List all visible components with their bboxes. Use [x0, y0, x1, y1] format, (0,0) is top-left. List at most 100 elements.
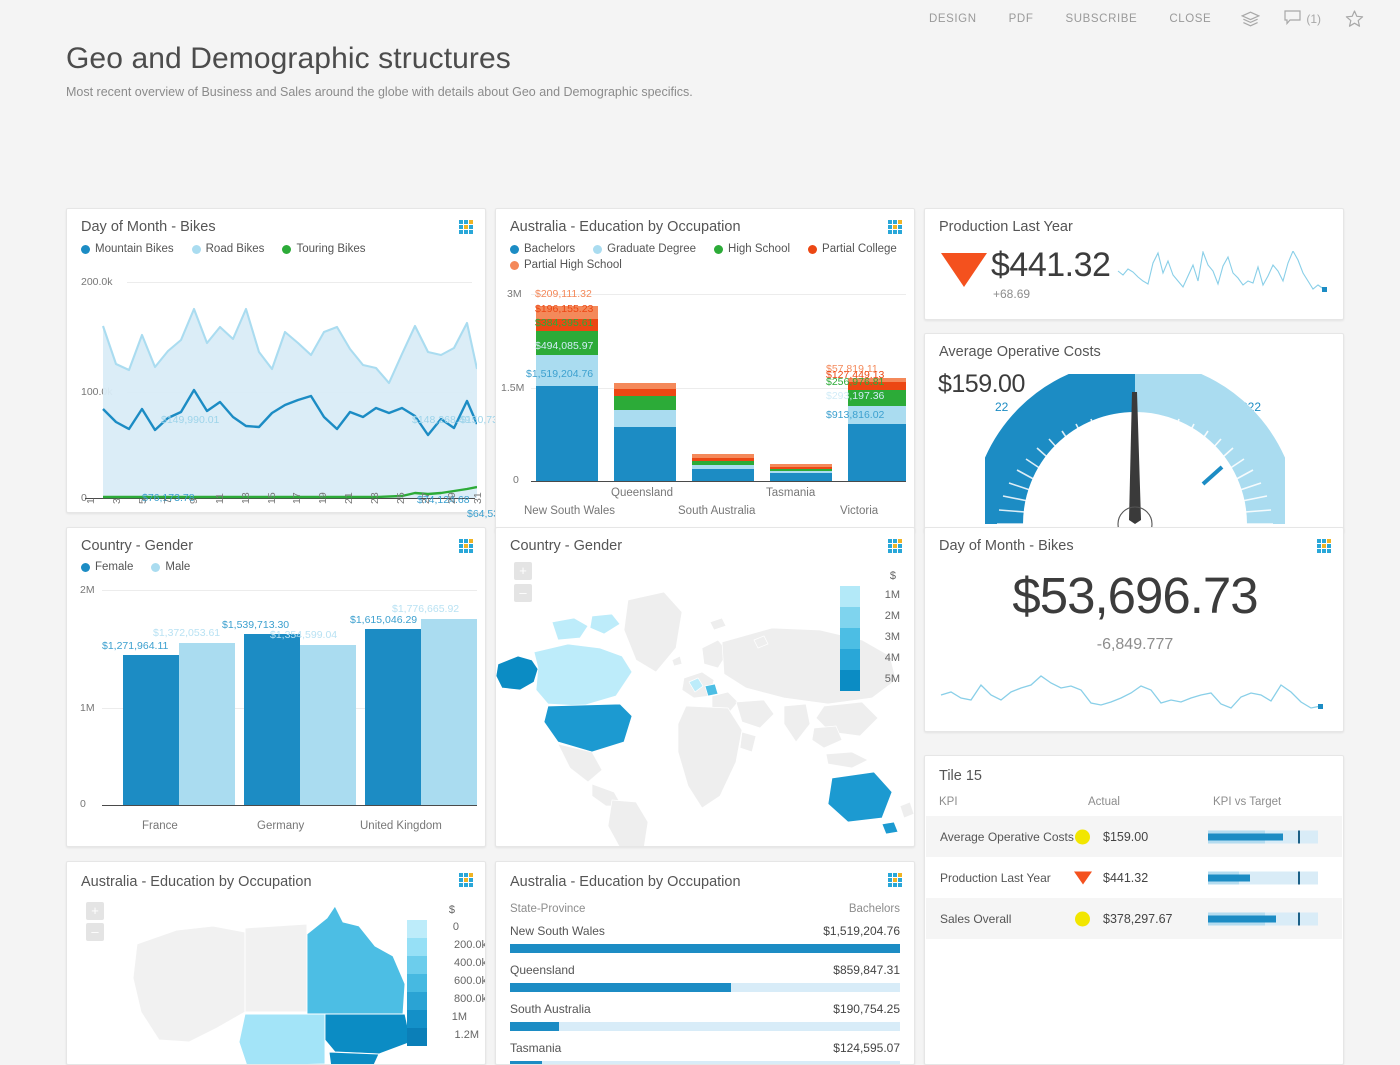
status-circle-icon: [1075, 829, 1090, 844]
gridline: [102, 590, 477, 591]
bar-segment-bachelors[interactable]: [770, 473, 832, 481]
legend-swatch: [840, 607, 860, 628]
gauge-dial: [985, 374, 1285, 529]
panel-day-of-month-bikes-chart: Day of Month - Bikes Mountain Bikes Road…: [66, 208, 520, 581]
list-item[interactable]: Queensland $859,847.31: [510, 963, 900, 995]
bar-germany-female[interactable]: [244, 634, 300, 805]
legend-item-female[interactable]: Female: [81, 561, 133, 573]
list-item-label: South Australia: [510, 1002, 591, 1016]
tile-menu-icon[interactable]: [459, 220, 474, 235]
toolbar-pdf-button[interactable]: PDF: [993, 13, 1050, 25]
panel-tile-15-kpi-table: Tile 15 KPI Actual KPI vs Target Average…: [924, 755, 1344, 1065]
bar-segment-high-school[interactable]: [692, 461, 754, 465]
comment-count: (1): [1306, 12, 1321, 26]
panel-title: Day of Month - Bikes: [81, 219, 216, 235]
legend-item-mountain-bikes[interactable]: Mountain Bikes: [81, 243, 174, 255]
legend-item-bachelors[interactable]: Bachelors: [510, 243, 575, 255]
legend-swatch: [808, 244, 818, 254]
toolbar-subscribe-button[interactable]: SUBSCRIBE: [1049, 13, 1153, 25]
bar-segment-bachelors[interactable]: [848, 424, 906, 481]
bar-segment-graduate-degree[interactable]: [692, 465, 754, 469]
y-axis-tick-2m: 2M: [80, 584, 95, 596]
x-axis-label-germany: Germany: [257, 820, 305, 832]
panel-title: Country - Gender: [81, 538, 194, 554]
legend-unit: $: [448, 904, 455, 916]
kpi-sparkline: [940, 675, 1323, 709]
table-row[interactable]: Production Last Year $441.32: [926, 857, 1342, 898]
legend-label: Touring Bikes: [296, 243, 366, 255]
bar-segment-partial-high-school[interactable]: [770, 464, 832, 467]
bar-segment-high-school[interactable]: [770, 469, 832, 471]
star-icon[interactable]: [1331, 10, 1378, 28]
panel-title: Australia - Education by Occupation: [510, 874, 741, 890]
legend-item-touring-bikes[interactable]: Touring Bikes: [282, 243, 365, 255]
panel-australia-education-stacked: Australia - Education by Occupation Bach…: [495, 208, 915, 533]
panel-title: Australia - Education by Occupation: [510, 219, 741, 235]
bar-france-male[interactable]: [179, 643, 235, 805]
legend-item-high-school[interactable]: High School: [714, 243, 790, 255]
tile-menu-icon[interactable]: [888, 873, 903, 888]
toolbar-design-button[interactable]: DESIGN: [913, 13, 993, 25]
legend-item-male[interactable]: Male: [151, 561, 190, 573]
list-item[interactable]: Tasmania $124,595.07: [510, 1041, 900, 1064]
list-item[interactable]: New South Wales $1,519,204.76: [510, 924, 900, 956]
bar-uk-female[interactable]: [365, 629, 421, 805]
column-header-kpi: KPI: [939, 796, 958, 808]
x-axis-tick: 25: [394, 492, 407, 504]
bar-segment-graduate-degree[interactable]: [614, 410, 676, 427]
tile-menu-icon[interactable]: [1317, 539, 1332, 554]
panel-title: Average Operative Costs: [939, 344, 1101, 360]
bar-segment-graduate-degree[interactable]: [770, 471, 832, 473]
tile-menu-icon[interactable]: [888, 220, 903, 235]
legend-item-graduate-degree[interactable]: Graduate Degree: [593, 243, 696, 255]
legend-swatch: [593, 244, 603, 254]
tile-menu-icon[interactable]: [459, 873, 474, 888]
legend-item-road-bikes[interactable]: Road Bikes: [191, 243, 264, 255]
bar-uk-male[interactable]: [421, 619, 477, 805]
bar-segment-high-school[interactable]: [614, 396, 676, 410]
tile-menu-icon[interactable]: [888, 539, 903, 554]
table-row[interactable]: Average Operative Costs $159.00: [926, 816, 1342, 857]
kpi-value: $441.32: [991, 246, 1111, 284]
legend-swatch: [191, 244, 201, 254]
chart-legend: Female Male: [81, 561, 190, 573]
table-row[interactable]: Sales Overall $378,297.67: [926, 898, 1342, 939]
x-axis-tick: 17: [291, 492, 304, 504]
list-item[interactable]: South Australia $190,754.25: [510, 1002, 900, 1034]
legend-item-partial-high-school[interactable]: Partial High School: [510, 259, 622, 271]
tile-menu-icon[interactable]: [459, 539, 474, 554]
bar-fill: [510, 983, 731, 992]
x-axis-tick: 27: [420, 492, 433, 504]
legend-label: 600.0k: [453, 975, 486, 987]
top-toolbar: DESIGN PDF SUBSCRIBE CLOSE (1): [0, 0, 1400, 38]
bar-france-female[interactable]: [123, 655, 179, 805]
bar-segment-bachelors[interactable]: [614, 427, 676, 481]
panel-average-operative-costs-gauge: Average Operative Costs $159.00 22 222: [924, 333, 1344, 533]
bar-segment-partial-high-school[interactable]: [614, 383, 676, 389]
legend-item-partial-college[interactable]: Partial College: [808, 243, 897, 255]
bar-segment-partial-high-school[interactable]: [692, 454, 754, 458]
legend-label: 1.2M: [454, 1029, 479, 1041]
legend-swatch: [151, 562, 161, 572]
bar-segment-partial-college[interactable]: [770, 467, 832, 469]
x-axis-line: [531, 481, 906, 482]
layers-icon[interactable]: [1227, 11, 1274, 28]
bar-segment-partial-college[interactable]: [692, 458, 754, 461]
chart-legend: Bachelors Graduate Degree High School Pa…: [510, 243, 910, 271]
bar-segment-bachelors[interactable]: [692, 469, 754, 481]
comment-button[interactable]: (1): [1274, 10, 1331, 28]
bar-segment-partial-college[interactable]: [614, 389, 676, 396]
bar-germany-male[interactable]: [300, 645, 356, 805]
x-axis-label-nsw: New South Wales: [524, 505, 615, 517]
legend-label: Mountain Bikes: [95, 243, 174, 255]
toolbar-close-button[interactable]: CLOSE: [1153, 13, 1227, 25]
bar-segment-bachelors[interactable]: [536, 386, 598, 481]
page-header: Geo and Demographic structures Most rece…: [0, 38, 1400, 99]
data-label: $494,085.97: [535, 340, 594, 352]
x-axis-tick: 9: [188, 498, 201, 504]
data-label: $196,155.23: [535, 303, 594, 315]
panel-country-gender-map: Country - Gender + – $ 1M 2M 3M 4M 5M: [495, 527, 915, 847]
x-axis-tick: 31: [472, 492, 484, 504]
legend-swatch: [407, 974, 427, 992]
x-axis-tick: 7: [162, 498, 175, 504]
